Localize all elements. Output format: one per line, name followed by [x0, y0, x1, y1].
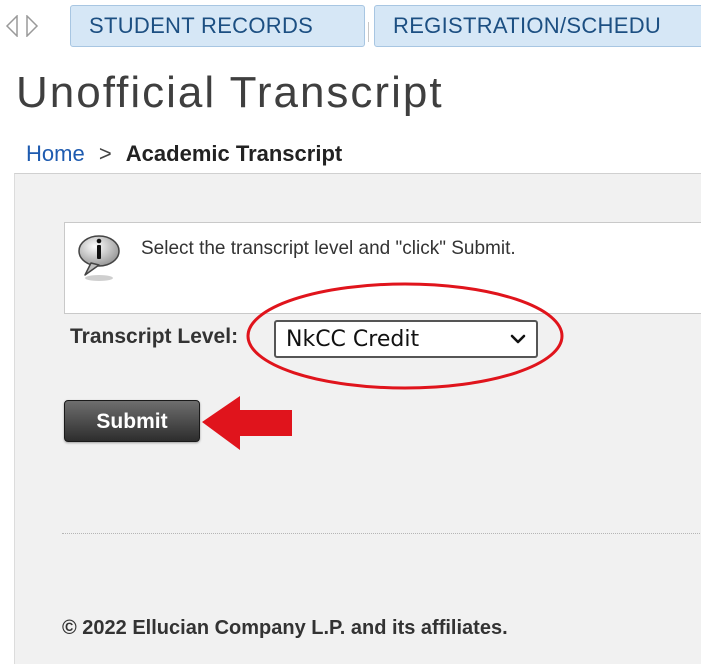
- tab-registration-scheduling[interactable]: REGISTRATION/SCHEDU: [374, 5, 701, 47]
- chevron-right-icon[interactable]: [22, 14, 42, 38]
- transcript-level-label: Transcript Level:: [70, 325, 239, 348]
- chevron-down-icon: [510, 332, 526, 346]
- section-divider: [62, 533, 701, 534]
- breadcrumb-separator: >: [98, 141, 112, 166]
- info-message-text: Select the transcript level and "click" …: [141, 238, 516, 259]
- tab-divider: [368, 22, 369, 42]
- submit-button[interactable]: Submit: [64, 400, 200, 442]
- tab-student-records[interactable]: STUDENT RECORDS: [70, 5, 365, 47]
- transcript-level-selected-value: NkCC Credit: [286, 327, 420, 352]
- top-tab-bar: STUDENT RECORDS REGISTRATION/SCHEDU: [0, 0, 701, 50]
- breadcrumb: Home > Academic Transcript: [26, 140, 342, 168]
- page-title: Unofficial Transcript: [16, 68, 444, 117]
- info-speech-bubble-icon: [75, 231, 123, 283]
- breadcrumb-home-link[interactable]: Home: [26, 141, 85, 166]
- transcript-level-select[interactable]: NkCC Credit: [274, 320, 538, 358]
- breadcrumb-current: Academic Transcript: [125, 141, 343, 166]
- chevron-left-icon[interactable]: [2, 14, 22, 38]
- footer-copyright: © 2022 Ellucian Company L.P. and its aff…: [62, 617, 508, 639]
- info-message-box: Select the transcript level and "click" …: [64, 222, 701, 314]
